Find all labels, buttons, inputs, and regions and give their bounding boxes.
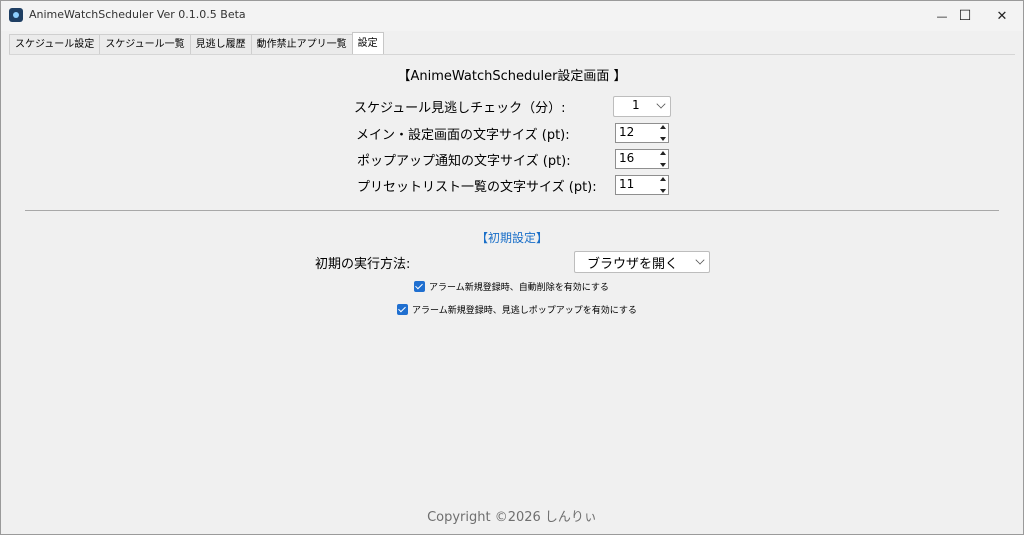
section-divider	[25, 210, 999, 211]
chevron-down-icon	[656, 99, 666, 109]
initial-method-select[interactable]: ブラウザを開く	[574, 251, 710, 273]
main-font-size-stepper[interactable]: 12	[615, 123, 669, 143]
spin-down-icon[interactable]	[659, 163, 666, 167]
maximize-icon: ☐	[958, 8, 972, 24]
tab-strip: スケジュール設定 スケジュール一覧 見逃し履歴 動作禁止アプリ一覧 設定	[9, 32, 384, 55]
title-bar[interactable]: AnimeWatchScheduler Ver 0.1.0.5 Beta — ☐…	[1, 1, 1023, 31]
check-interval-value: 1	[632, 98, 640, 112]
missed-popup-label[interactable]: アラーム新規登録時、見逃しポップアップを有効にする	[412, 303, 637, 316]
spin-arrows[interactable]	[658, 125, 667, 141]
popup-font-size-value: 16	[619, 151, 635, 165]
tab-schedule-list[interactable]: スケジュール一覧	[99, 34, 191, 55]
chevron-down-icon	[695, 255, 705, 265]
auto-delete-checkbox-row[interactable]: アラーム新規登録時、自動削除を有効にする	[414, 280, 609, 293]
settings-panel: 【AnimeWatchScheduler設定画面 】 スケジュール見逃しチェック…	[9, 54, 1015, 529]
spin-up-icon[interactable]	[659, 151, 666, 155]
main-font-size-label: メイン・設定画面の文字サイズ (pt):	[356, 128, 570, 143]
app-window: AnimeWatchScheduler Ver 0.1.0.5 Beta — ☐…	[0, 0, 1024, 535]
popup-font-size-label: ポップアップ通知の文字サイズ (pt):	[357, 154, 571, 169]
spin-down-icon[interactable]	[659, 137, 666, 141]
close-button[interactable]: ✕	[979, 1, 1024, 31]
tab-schedule-settings[interactable]: スケジュール設定	[9, 34, 101, 55]
spin-down-icon[interactable]	[659, 189, 666, 193]
preset-font-size-stepper[interactable]: 11	[615, 175, 669, 195]
initial-method-value: ブラウザを開く	[587, 257, 679, 272]
auto-delete-label[interactable]: アラーム新規登録時、自動削除を有効にする	[429, 280, 609, 293]
tab-settings[interactable]: 設定	[351, 32, 384, 55]
check-interval-select[interactable]: 1	[613, 96, 671, 117]
spin-up-icon[interactable]	[659, 177, 666, 181]
tab-missed-history[interactable]: 見逃し履歴	[189, 34, 252, 55]
initial-method-label: 初期の実行方法:	[315, 257, 411, 272]
settings-title: 【AnimeWatchScheduler設定画面 】	[397, 69, 627, 84]
popup-font-size-stepper[interactable]: 16	[615, 149, 669, 169]
check-interval-label: スケジュール見逃しチェック（分）:	[354, 101, 566, 116]
window-title: AnimeWatchScheduler Ver 0.1.0.5 Beta	[29, 8, 246, 21]
preset-font-size-value: 11	[619, 177, 635, 191]
copyright-text: Copyright ©2026 しんりぃ	[427, 510, 597, 525]
preset-font-size-label: プリセットリスト一覧の文字サイズ (pt):	[357, 180, 597, 195]
main-font-size-value: 12	[619, 125, 635, 139]
app-icon	[9, 8, 23, 22]
initial-settings-title: 【初期設定】	[475, 231, 548, 245]
spin-up-icon[interactable]	[659, 125, 666, 129]
spin-arrows[interactable]	[658, 151, 667, 167]
auto-delete-checkbox[interactable]	[414, 281, 425, 292]
missed-popup-checkbox-row[interactable]: アラーム新規登録時、見逃しポップアップを有効にする	[397, 303, 637, 316]
spin-arrows[interactable]	[658, 177, 667, 193]
tab-blocked-apps[interactable]: 動作禁止アプリ一覧	[250, 34, 353, 55]
missed-popup-checkbox[interactable]	[397, 304, 408, 315]
close-icon: ✕	[996, 8, 1008, 24]
